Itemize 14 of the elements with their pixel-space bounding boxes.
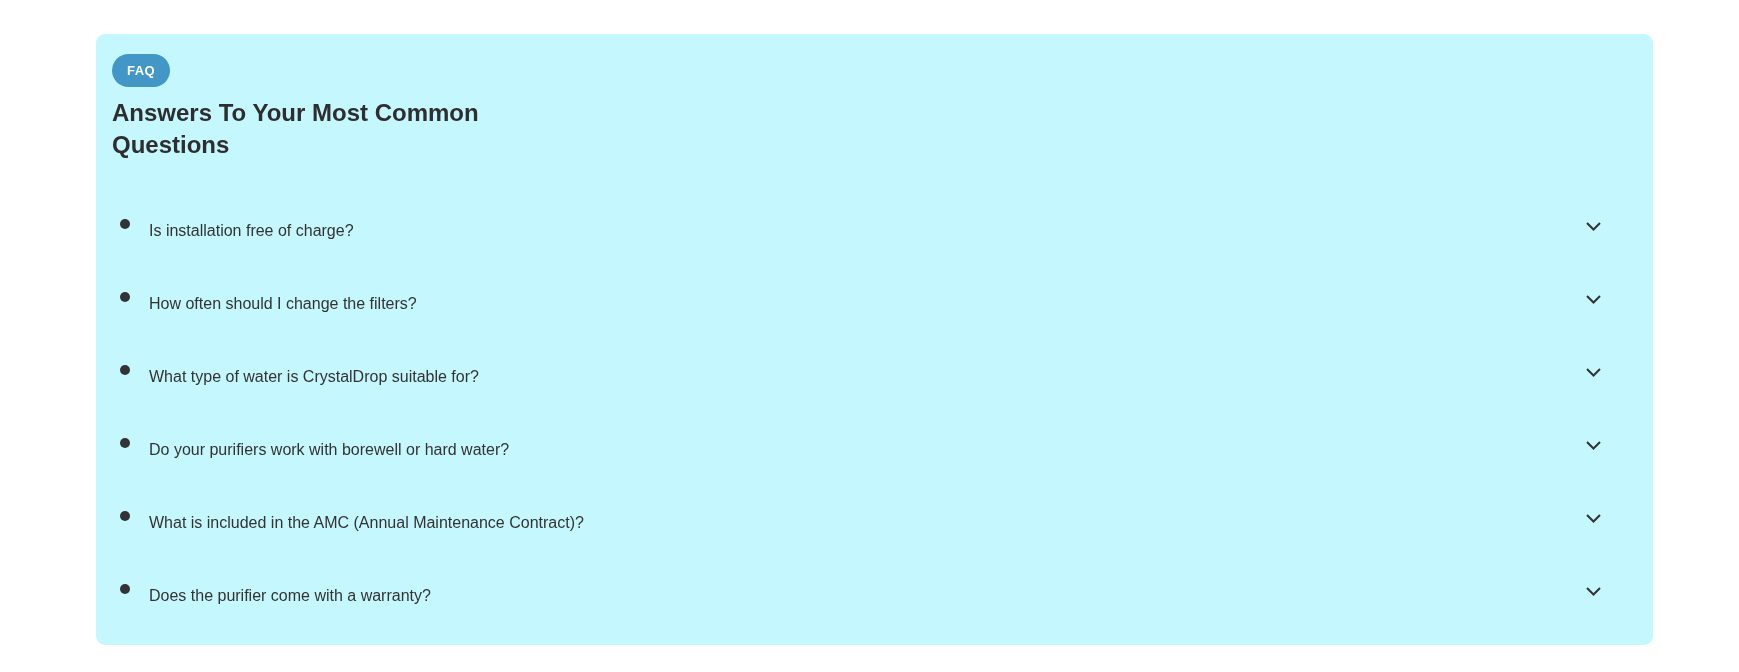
bullet-icon <box>120 583 130 594</box>
bullet-icon <box>120 218 130 229</box>
section-heading: Answers To Your Most Common Questions <box>112 98 480 160</box>
faq-question[interactable]: Is installation free of charge? <box>112 194 1601 267</box>
bullet-icon <box>120 291 130 302</box>
bullet-icon <box>120 437 130 448</box>
faq-question[interactable]: Does the purifier come with a warranty? <box>112 559 1601 632</box>
faq-question[interactable]: What is included in the AMC (Annual Maintenance Contract)? <box>112 486 1601 559</box>
bullet-icon <box>120 364 130 375</box>
faq-question[interactable]: What type of water is CrystalDrop suitable for? <box>112 340 1601 413</box>
faq-tag: FAQ <box>112 54 171 87</box>
faq-question[interactable]: How often should I change the filters? <box>112 267 1601 340</box>
faq-question[interactable]: Do your purifiers work with borewell or hard water? <box>112 413 1601 486</box>
bullet-icon <box>120 510 130 521</box>
